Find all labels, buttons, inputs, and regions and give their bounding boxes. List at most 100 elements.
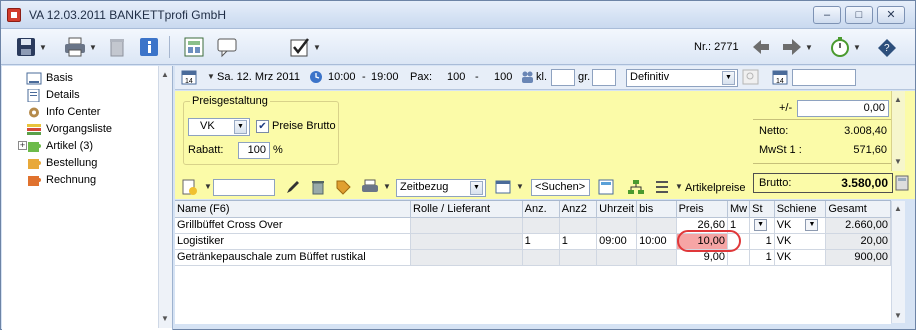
- tag-icon[interactable]: [335, 179, 351, 198]
- list-settings-icon[interactable]: [655, 179, 671, 198]
- extra-date-input[interactable]: [792, 69, 856, 86]
- table-row[interactable]: Logistiker 1 1 09:00 10:00 10,00 1 VK 20…: [175, 233, 891, 250]
- cell-bis[interactable]: 10:00: [636, 233, 677, 250]
- gr-input[interactable]: [592, 69, 616, 86]
- help-button[interactable]: ?: [875, 35, 899, 59]
- forward-button[interactable]: ▼: [781, 35, 813, 59]
- cell-st[interactable]: ▼: [749, 217, 775, 234]
- cell-anz[interactable]: 1: [522, 233, 560, 250]
- minimize-button[interactable]: –: [813, 6, 841, 24]
- chevron-down-icon[interactable]: ▼: [39, 43, 47, 52]
- pen-icon[interactable]: [285, 179, 301, 198]
- cell-preis[interactable]: 26,60: [676, 217, 729, 234]
- check-button[interactable]: ▼: [289, 35, 321, 59]
- pax-to[interactable]: 100: [494, 71, 512, 83]
- nav-item-vorgangsliste[interactable]: Vorgangsliste: [26, 121, 112, 137]
- cell-anz2[interactable]: 1: [559, 233, 598, 250]
- kl-input[interactable]: [551, 69, 575, 86]
- back-button[interactable]: [751, 35, 771, 59]
- column-header[interactable]: bis: [636, 201, 677, 218]
- hierarchy-icon[interactable]: [627, 179, 645, 198]
- cell-st[interactable]: 1: [749, 249, 775, 266]
- search-input[interactable]: <Suchen>: [531, 179, 590, 196]
- calculator-button[interactable]: [183, 35, 205, 59]
- cell-preis[interactable]: 9,00: [676, 249, 729, 266]
- cell-anz[interactable]: [522, 217, 560, 234]
- nav-item-details[interactable]: Details: [26, 87, 80, 103]
- chevron-down-icon[interactable]: ▼: [234, 120, 247, 134]
- cell-bis[interactable]: [636, 217, 677, 234]
- rabatt-input[interactable]: 100: [238, 142, 270, 159]
- adjust-input[interactable]: 0,00: [797, 100, 889, 117]
- cell-rolle[interactable]: [410, 249, 523, 266]
- column-header[interactable]: Gesamt: [825, 201, 891, 218]
- status-select[interactable]: Definitiv ▼: [626, 69, 738, 87]
- nav-item-bestellung[interactable]: Bestellung: [26, 155, 97, 171]
- scroll-up-icon[interactable]: ▲: [894, 204, 902, 213]
- search-icon[interactable]: [742, 69, 760, 88]
- chevron-down-icon[interactable]: ▼: [516, 182, 524, 191]
- scroll-down-icon[interactable]: ▼: [894, 311, 902, 320]
- chevron-down-icon[interactable]: ▼: [313, 43, 321, 52]
- chevron-down-icon[interactable]: ▼: [89, 43, 97, 52]
- cell-name[interactable]: Logistiker: [175, 233, 412, 250]
- cell-bis[interactable]: [636, 249, 677, 266]
- chevron-down-icon[interactable]: ▼: [470, 181, 483, 195]
- scroll-up-icon[interactable]: ▲: [161, 70, 169, 79]
- cell-anz2[interactable]: [559, 249, 598, 266]
- table-view-icon[interactable]: [495, 179, 511, 198]
- cell-preis[interactable]: 10,00: [676, 233, 729, 250]
- chevron-down-icon[interactable]: ▼: [754, 219, 768, 232]
- table-scrollbar[interactable]: ▲ ▼: [891, 201, 905, 323]
- scroll-up-icon[interactable]: ▲: [894, 95, 902, 104]
- cell-schiene[interactable]: VK: [774, 249, 827, 266]
- nav-scrollbar[interactable]: ▲ ▼: [158, 66, 172, 328]
- cell-anz2[interactable]: [559, 217, 598, 234]
- maximize-button[interactable]: □: [845, 6, 873, 24]
- cell-uhrzeit[interactable]: 09:00: [596, 233, 638, 250]
- column-header[interactable]: Name (F6): [175, 201, 412, 218]
- cell-mw[interactable]: 1: [727, 217, 751, 234]
- clock-icon[interactable]: [309, 70, 323, 87]
- artikelpreise-label[interactable]: Artikelpreise: [685, 182, 746, 194]
- chevron-down-icon[interactable]: ▼: [722, 71, 735, 85]
- chevron-down-icon[interactable]: ▼: [675, 182, 683, 191]
- preise-brutto-checkbox[interactable]: ✔: [256, 120, 269, 133]
- cell-uhrzeit[interactable]: [596, 217, 638, 234]
- chevron-down-icon[interactable]: ▼: [204, 182, 212, 191]
- timer-button[interactable]: ▼: [829, 35, 861, 59]
- chevron-down-icon[interactable]: ▼: [853, 43, 861, 52]
- cell-uhrzeit[interactable]: [596, 249, 638, 266]
- cell-name[interactable]: Getränkepauschale zum Büffet rustikal: [175, 249, 412, 266]
- totals-scrollbar[interactable]: ▲ ▼: [891, 91, 905, 171]
- chevron-down-icon[interactable]: ▼: [805, 219, 819, 232]
- scroll-down-icon[interactable]: ▼: [161, 314, 169, 323]
- column-header[interactable]: Rolle / Lieferant: [410, 201, 523, 218]
- new-item-icon[interactable]: [181, 179, 197, 198]
- info-button[interactable]: [139, 35, 159, 59]
- column-header[interactable]: Mw: [727, 201, 751, 218]
- column-header[interactable]: Preis: [676, 201, 729, 218]
- time-to[interactable]: 19:00: [371, 71, 399, 83]
- cell-rolle[interactable]: [410, 233, 523, 250]
- chevron-down-icon[interactable]: ▼: [383, 182, 391, 191]
- pax-from[interactable]: 100: [447, 71, 465, 83]
- cell-schiene[interactable]: VK ▼: [774, 217, 827, 234]
- calculator-icon[interactable]: [895, 175, 909, 194]
- cell-anz[interactable]: [522, 249, 560, 266]
- nav-item-basis[interactable]: Basis: [26, 70, 73, 86]
- calculator-icon[interactable]: [598, 179, 614, 198]
- printer-icon[interactable]: [361, 179, 379, 198]
- scroll-down-icon[interactable]: ▼: [894, 157, 902, 166]
- cell-rolle[interactable]: [410, 217, 523, 234]
- column-header[interactable]: Uhrzeit: [596, 201, 638, 218]
- save-button[interactable]: ▼: [15, 35, 47, 59]
- filter-input[interactable]: [213, 179, 275, 196]
- cell-st[interactable]: 1: [749, 233, 775, 250]
- column-header[interactable]: Anz.: [522, 201, 560, 218]
- print-button[interactable]: ▼: [63, 35, 97, 59]
- nav-item-info-center[interactable]: Info Center: [26, 104, 100, 120]
- column-header[interactable]: Schiene: [774, 201, 827, 218]
- cell-schiene[interactable]: VK: [774, 233, 827, 250]
- chevron-down-icon[interactable]: ▼: [805, 43, 813, 52]
